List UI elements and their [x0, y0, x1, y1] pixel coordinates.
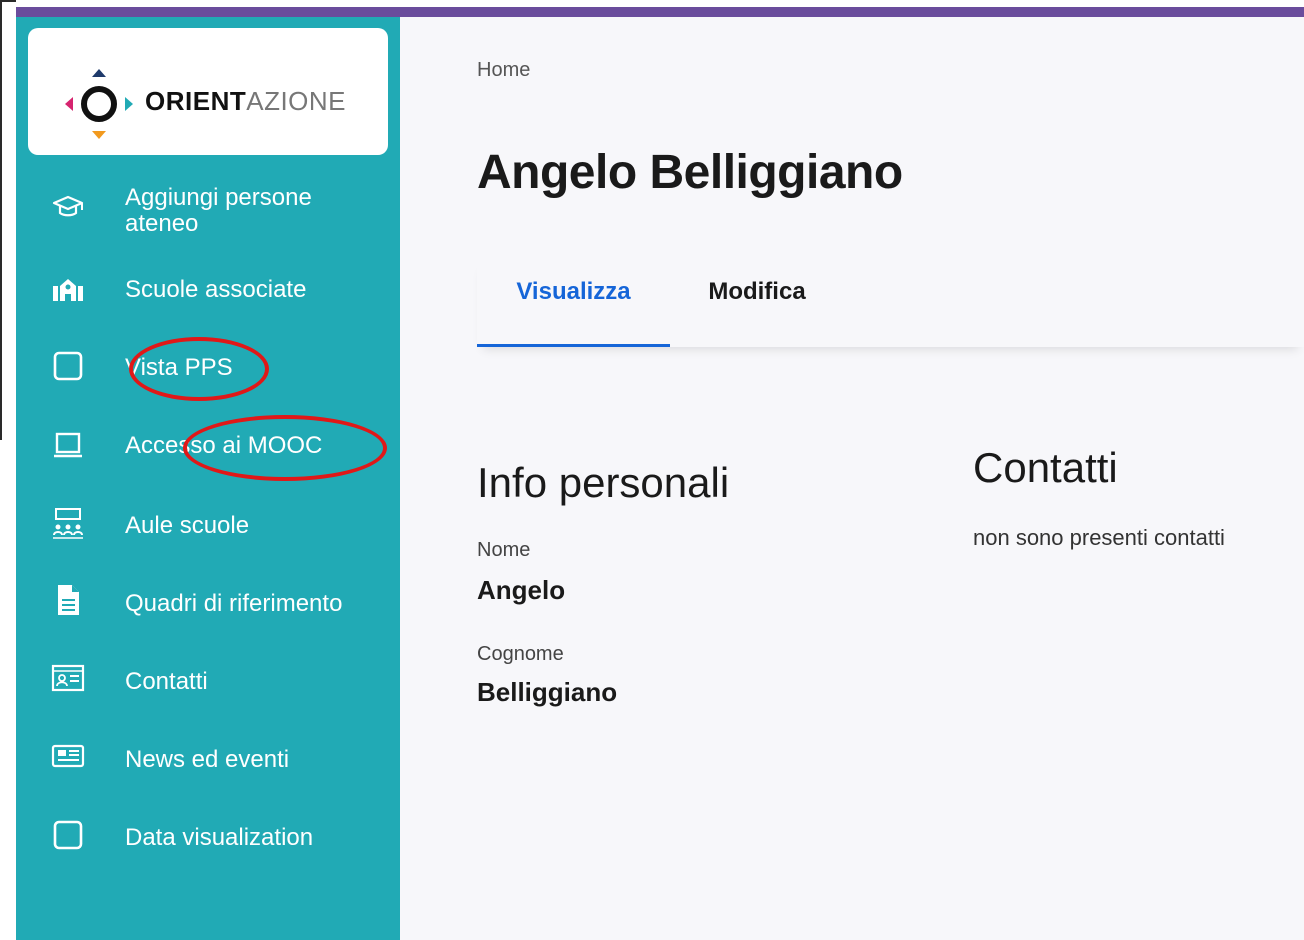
- info-personali-heading: Info personali: [477, 459, 730, 506]
- newspaper-icon: [51, 739, 85, 773]
- tab-visualizza[interactable]: Visualizza: [477, 257, 670, 347]
- cognome-value: Belliggiano: [477, 677, 618, 707]
- nome-label: Nome: [477, 539, 531, 561]
- tab-modifica[interactable]: Modifica: [690, 257, 824, 347]
- logo-text-light: AZIONE: [246, 86, 347, 116]
- contatti-heading: Contatti: [973, 444, 1118, 491]
- sidebar-item-aggiungi-persone[interactable]: Aggiungi persone ateneo: [16, 179, 400, 239]
- top-accent-bar: [16, 7, 1304, 17]
- sidebar-item-label: Aule scuole: [125, 512, 250, 539]
- sidebar-item-scuole-associate[interactable]: Scuole associate: [16, 260, 400, 320]
- sidebar-item-label: Data visualization: [125, 824, 314, 851]
- contact-card-icon: [51, 661, 85, 695]
- logo-text-bold: ORIENT: [145, 86, 247, 116]
- square-icon: [51, 818, 85, 852]
- tab-bar: Visualizza Modifica: [477, 257, 1304, 347]
- sidebar-item-label: Aggiungi persone ateneo: [125, 184, 312, 237]
- sidebar-item-label: Quadri di riferimento: [125, 590, 343, 617]
- sidebar-item-label: Scuole associate: [125, 276, 307, 303]
- breadcrumb-home[interactable]: Home: [477, 59, 530, 82]
- square-icon: [51, 349, 85, 383]
- sidebar-item-aule-scuole[interactable]: Aule scuole: [16, 495, 400, 555]
- sidebar-item-contatti[interactable]: Contatti: [16, 651, 400, 711]
- orientazione-logo-icon: [65, 69, 133, 139]
- sidebar-item-quadri-riferimento[interactable]: Quadri di riferimento: [16, 573, 400, 633]
- classroom-icon: [51, 507, 85, 541]
- sidebar-item-label: Contatti: [125, 668, 208, 695]
- main-content: Home Angelo Belliggiano Visualizza Modif…: [400, 17, 1304, 940]
- graduation-cap-icon: [51, 191, 85, 225]
- document-icon: [51, 583, 85, 617]
- sidebar-item-data-visualization[interactable]: Data visualization: [16, 807, 400, 867]
- school-building-icon: [51, 273, 85, 307]
- logo-card[interactable]: ORIENTAZIONE: [28, 28, 388, 155]
- contatti-empty-message: non sono presenti contatti: [973, 525, 1225, 550]
- red-annotation-circle-mooc: [183, 415, 387, 481]
- window-edge-cap: [0, 0, 16, 2]
- cognome-label: Cognome: [477, 643, 564, 665]
- window-edge-line: [0, 0, 2, 440]
- sidebar-item-label: News ed eventi: [125, 746, 290, 773]
- sidebar-item-news-eventi[interactable]: News ed eventi: [16, 729, 400, 789]
- sidebar: ORIENTAZIONE Aggiungi persone ateneo Scu…: [16, 17, 400, 940]
- logo-wordmark: ORIENTAZIONE: [145, 86, 346, 117]
- nome-value: Angelo: [477, 575, 566, 605]
- red-annotation-circle-vista-pps: [129, 337, 269, 401]
- page-title: Angelo Belliggiano: [477, 146, 903, 199]
- laptop-icon: [51, 428, 85, 462]
